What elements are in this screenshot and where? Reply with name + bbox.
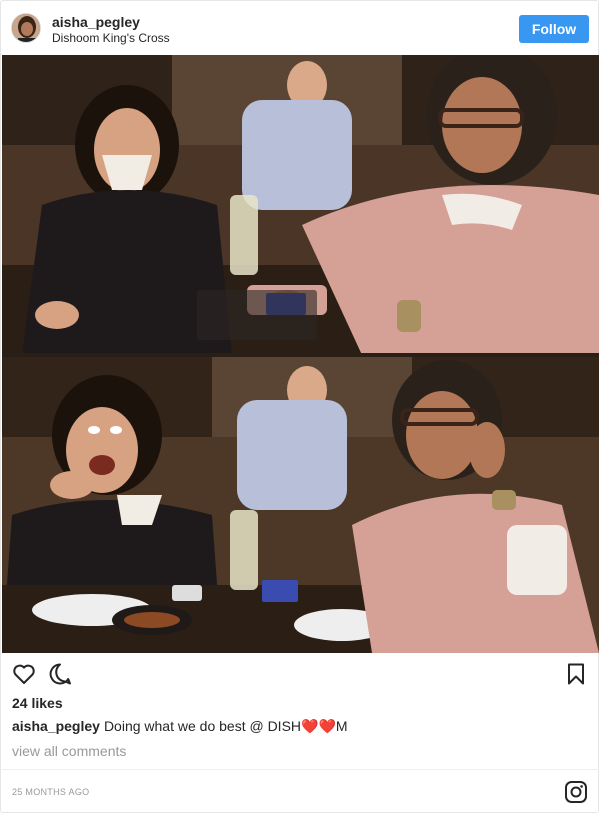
post-location[interactable]: Dishoom King's Cross (52, 31, 170, 45)
post-photo[interactable] (2, 55, 599, 653)
post-caption: aisha_pegley Doing what we do best @ DISH… (12, 718, 348, 735)
instagram-icon[interactable] (564, 780, 588, 804)
bookmark-icon[interactable] (563, 661, 589, 687)
instagram-post-card: aisha_pegley Dishoom King's Cross Follow (0, 0, 599, 813)
caption-username[interactable]: aisha_pegley (12, 718, 100, 734)
post-actions (1, 653, 598, 695)
caption-text: Doing what we do best @ DISH❤️❤️M (103, 718, 348, 734)
heart-icon[interactable] (11, 661, 37, 687)
follow-button[interactable]: Follow (519, 15, 589, 43)
divider (2, 769, 599, 770)
avatar[interactable] (11, 13, 41, 43)
post-username[interactable]: aisha_pegley (52, 14, 140, 30)
post-timestamp[interactable]: 25 MONTHS AGO (12, 787, 89, 797)
likes-count[interactable]: 24 likes (12, 695, 63, 711)
view-all-comments-link[interactable]: view all comments (12, 743, 126, 759)
post-header: aisha_pegley Dishoom King's Cross Follow (1, 1, 598, 55)
comment-icon[interactable] (47, 661, 73, 687)
